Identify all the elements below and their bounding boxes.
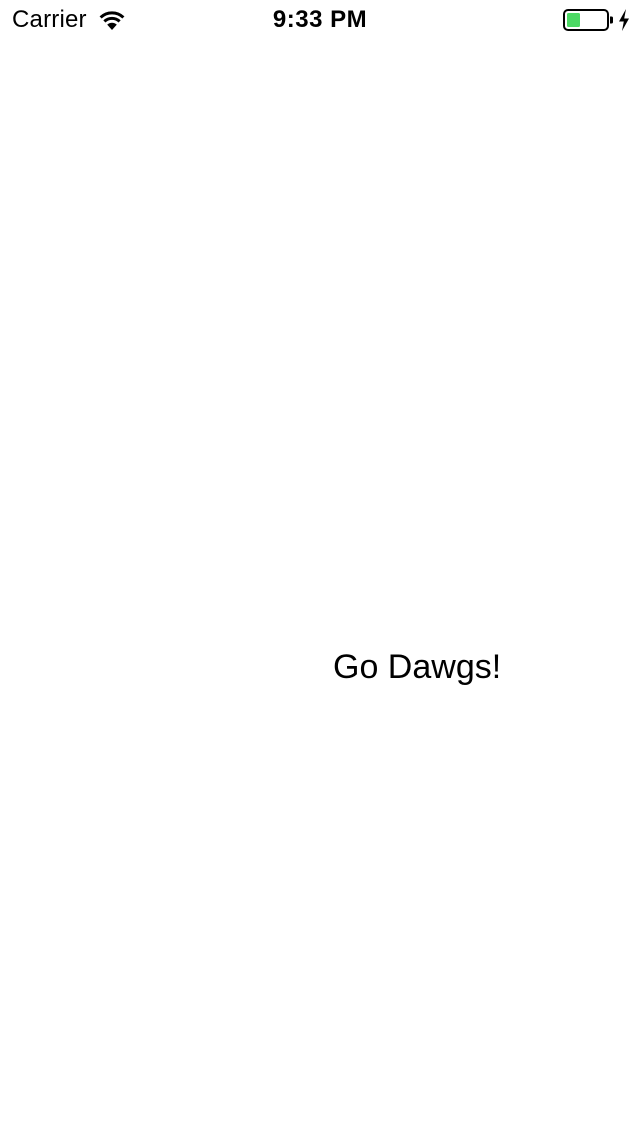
status-time: 9:33 PM [272, 6, 368, 33]
lightning-bolt-icon [619, 9, 629, 31]
greeting-label: Go Dawgs! [333, 648, 502, 686]
status-bar: Carrier 9:33 PM [0, 0, 640, 40]
main-content: Go Dawgs! [0, 40, 640, 1136]
battery-icon [563, 9, 613, 31]
